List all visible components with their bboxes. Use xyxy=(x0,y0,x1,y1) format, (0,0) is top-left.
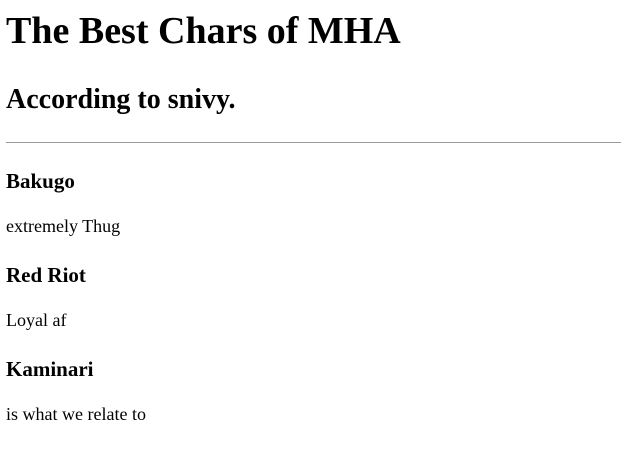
character-name: Kaminari xyxy=(6,357,94,381)
character-description: Loyal af xyxy=(6,310,67,330)
character-entry: Kaminari is what we relate to xyxy=(6,356,621,425)
character-description: extremely Thug xyxy=(6,216,121,236)
divider xyxy=(6,142,621,143)
character-description: is what we relate to xyxy=(6,404,146,424)
page-title: The Best Chars of MHA xyxy=(6,10,401,52)
character-name: Bakugo xyxy=(6,169,75,193)
page-subtitle: According to snivy. xyxy=(6,84,236,115)
character-entry: Red Riot Loyal af xyxy=(6,262,621,331)
character-name: Red Riot xyxy=(6,263,86,287)
character-entry: Bakugo extremely Thug xyxy=(6,168,621,237)
character-list: Bakugo extremely Thug Red Riot Loyal af … xyxy=(6,168,621,425)
